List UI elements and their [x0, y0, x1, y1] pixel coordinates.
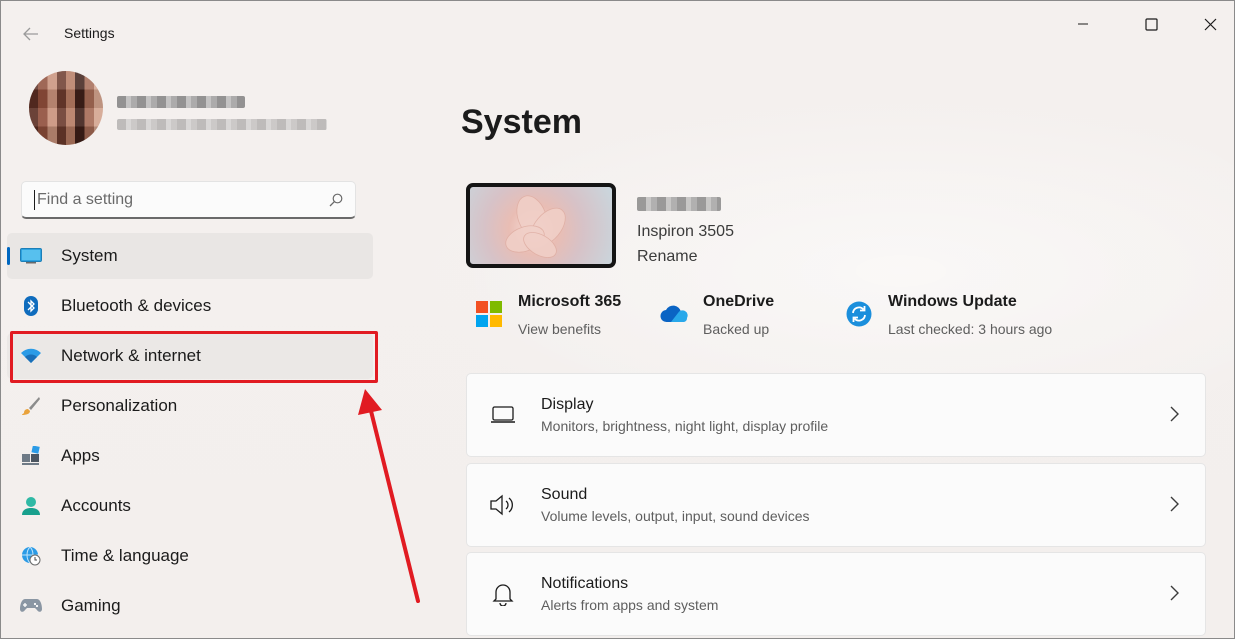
- maximize-button[interactable]: [1128, 9, 1174, 39]
- minimize-icon: [1078, 23, 1088, 25]
- quick-subtitle: Last checked: 3 hours ago: [888, 321, 1053, 337]
- quick-subtitle: View benefits: [518, 321, 602, 337]
- page-title: System: [461, 103, 582, 141]
- sidebar-item-apps[interactable]: Apps: [7, 433, 373, 479]
- rename-link[interactable]: Rename: [637, 248, 697, 266]
- system-icon: [19, 245, 43, 267]
- sidebar-item-label: Gaming: [61, 596, 121, 615]
- sidebar-item-accounts[interactable]: Accounts: [7, 483, 373, 529]
- card-title: Display: [541, 396, 594, 413]
- sidebar-item-label: Time & language: [61, 546, 189, 565]
- bluetooth-icon: [19, 295, 43, 317]
- sidebar-item-label: Network & internet: [61, 346, 201, 365]
- bell-icon: [489, 580, 517, 608]
- quick-title: OneDrive: [703, 293, 775, 310]
- chevron-right-icon: [1170, 406, 1179, 422]
- quick-subtitle: Backed up: [703, 321, 770, 337]
- chevron-right-icon: [1170, 496, 1179, 512]
- apps-icon: [19, 445, 43, 467]
- back-button[interactable]: [15, 21, 47, 47]
- card-subtitle: Monitors, brightness, night light, displ…: [541, 418, 829, 434]
- title-bar: Settings: [1, 1, 1234, 65]
- search-input[interactable]: [37, 190, 329, 209]
- sidebar-item-system[interactable]: System: [7, 233, 373, 279]
- card-notifications[interactable]: Notifications Alerts from apps and syste…: [466, 552, 1206, 636]
- card-display[interactable]: Display Monitors, brightness, night ligh…: [466, 373, 1206, 457]
- chevron-right-icon: [1170, 585, 1179, 601]
- sidebar-item-bluetooth[interactable]: Bluetooth & devices: [7, 283, 373, 329]
- card-subtitle: Volume levels, output, input, sound devi…: [541, 508, 810, 524]
- back-arrow-icon: [23, 27, 38, 41]
- search-icon[interactable]: [329, 193, 343, 207]
- device-wallpaper-thumbnail: [466, 183, 616, 268]
- sidebar-item-network[interactable]: Network & internet: [7, 333, 373, 379]
- close-icon: [1204, 18, 1216, 30]
- quick-title: Windows Update: [888, 293, 1017, 310]
- card-title: Sound: [541, 486, 588, 503]
- sidebar-nav: System Bluetooth & devices Network & int…: [7, 233, 373, 633]
- sidebar-item-label: System: [61, 246, 118, 265]
- card-sound[interactable]: Sound Volume levels, output, input, soun…: [466, 463, 1206, 547]
- text-caret: [34, 189, 35, 210]
- sidebar-item-label: Apps: [61, 446, 100, 465]
- card-subtitle: Alerts from apps and system: [541, 597, 719, 613]
- windows-update-icon: [844, 299, 874, 329]
- card-title: Notifications: [541, 575, 629, 592]
- sidebar-item-label: Personalization: [61, 396, 178, 415]
- quick-microsoft-365[interactable]: Microsoft 365 View benefits: [474, 293, 621, 337]
- sidebar-item-gaming[interactable]: Gaming: [7, 583, 373, 629]
- device-name-redacted: [637, 197, 721, 211]
- quick-windows-update[interactable]: Windows Update Last checked: 3 hours ago: [844, 293, 1052, 337]
- user-name-redacted: [117, 96, 245, 108]
- device-model: Inspiron 3505: [637, 223, 734, 240]
- quick-title: Microsoft 365: [518, 293, 622, 310]
- avatar[interactable]: [29, 71, 103, 145]
- person-icon: [19, 495, 43, 517]
- speaker-icon: [489, 491, 517, 519]
- gamepad-icon: [19, 595, 43, 617]
- laptop-icon: [489, 401, 517, 429]
- wifi-icon: [19, 345, 43, 367]
- sidebar-item-label: Bluetooth & devices: [61, 296, 212, 315]
- app-title: Settings: [64, 25, 115, 41]
- user-email-redacted: [117, 119, 327, 130]
- sidebar-item-personalization[interactable]: Personalization: [7, 383, 373, 429]
- onedrive-cloud-icon: [659, 299, 689, 329]
- close-button[interactable]: [1187, 9, 1233, 39]
- quick-onedrive[interactable]: OneDrive Backed up: [659, 293, 774, 337]
- globe-clock-icon: [19, 545, 43, 567]
- minimize-button[interactable]: [1060, 9, 1106, 39]
- sidebar-item-label: Accounts: [61, 496, 131, 515]
- sidebar-item-time-language[interactable]: Time & language: [7, 533, 373, 579]
- brush-icon: [19, 395, 43, 417]
- microsoft-logo-icon: [474, 299, 504, 329]
- maximize-icon: [1144, 17, 1158, 31]
- settings-window: Settings System: [0, 0, 1235, 639]
- search-box[interactable]: [21, 181, 356, 219]
